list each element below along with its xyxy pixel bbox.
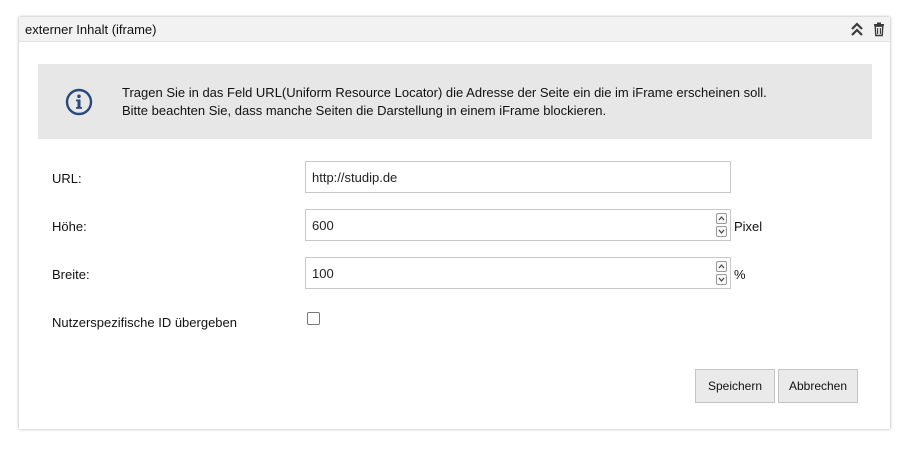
info-icon [65, 88, 93, 116]
height-label: Höhe: [52, 219, 87, 234]
height-unit: Pixel [734, 219, 763, 234]
width-spinner[interactable] [716, 261, 728, 287]
width-input[interactable] [312, 258, 692, 288]
cancel-button[interactable]: Abbrechen [778, 369, 858, 403]
info-message-box: Tragen Sie in das Feld URL(Uniform Resou… [38, 64, 872, 139]
width-label: Breite: [52, 267, 90, 282]
url-input[interactable] [312, 162, 692, 192]
width-field[interactable] [305, 257, 731, 289]
height-input[interactable] [312, 210, 692, 240]
width-increment-icon[interactable] [716, 261, 727, 272]
info-line-1: Tragen Sie in das Feld URL(Uniform Resou… [122, 85, 767, 100]
url-label: URL: [52, 171, 82, 186]
trash-icon[interactable] [871, 21, 887, 37]
height-spinner[interactable] [716, 213, 728, 239]
user-id-label: Nutzerspezifische ID übergeben [52, 315, 237, 330]
width-decrement-icon[interactable] [716, 274, 727, 285]
url-field[interactable] [305, 161, 731, 193]
info-line-2: Bitte beachten Sie, dass manche Seiten d… [122, 103, 607, 118]
panel-header: externer Inhalt (iframe) [19, 17, 890, 42]
info-text: Tragen Sie in das Feld URL(Uniform Resou… [122, 84, 767, 120]
iframe-settings-panel: externer Inhalt (iframe) Tragen Sie in d… [19, 17, 890, 429]
user-id-checkbox[interactable] [307, 312, 320, 325]
save-button[interactable]: Speichern [695, 369, 775, 403]
height-field[interactable] [305, 209, 731, 241]
panel-title: externer Inhalt (iframe) [25, 22, 157, 37]
height-decrement-icon[interactable] [716, 226, 727, 237]
double-chevron-up-icon[interactable] [849, 21, 865, 37]
height-increment-icon[interactable] [716, 213, 727, 224]
width-unit: % [734, 267, 746, 282]
